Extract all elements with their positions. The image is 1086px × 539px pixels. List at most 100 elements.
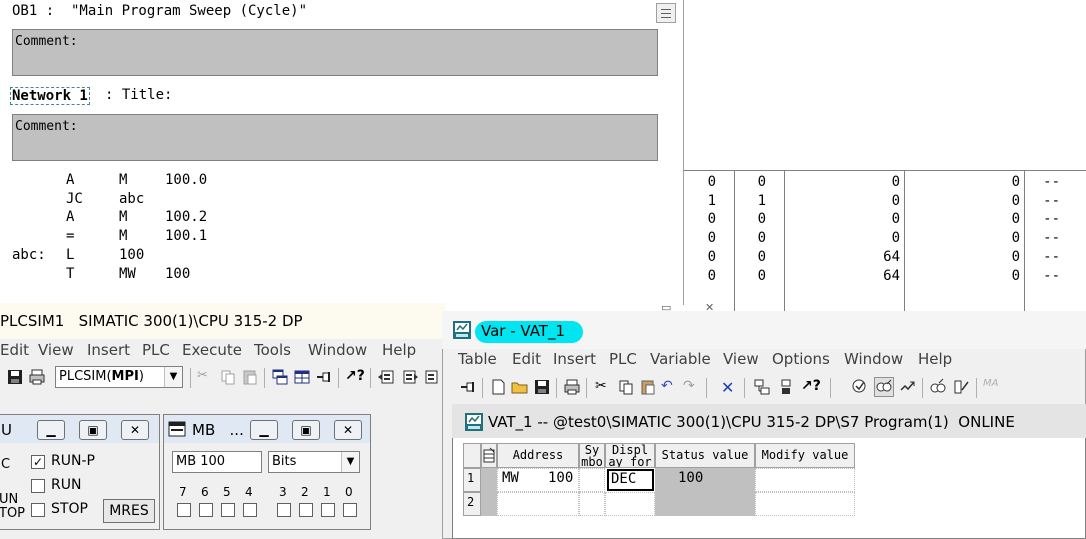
bit-checkbox[interactable] [221,503,235,517]
address-cell[interactable] [497,492,579,516]
menu-table[interactable]: Table [458,350,497,368]
edit-mode-icon[interactable] [481,443,497,468]
grid-cell: 64 [883,268,900,284]
open-folder-icon[interactable] [510,377,530,397]
menu-execute[interactable]: Execute [182,341,242,359]
menu-insert[interactable]: Insert [553,350,596,368]
paste-icon[interactable] [240,367,260,387]
bit-checkbox[interactable] [321,503,335,517]
modify-value-cell[interactable] [755,492,855,516]
force-icon[interactable] [952,377,972,397]
menu-edit[interactable]: Edit [0,341,29,359]
editor-scroll-button[interactable] [656,3,676,23]
close-icon[interactable]: ✕ [334,420,362,440]
menu-tools[interactable]: Tools [254,341,291,359]
pin-icon[interactable] [458,377,478,397]
paste-icon[interactable] [638,377,658,397]
cut-icon[interactable]: ✂ [196,367,216,387]
menu-plc[interactable]: PLC [142,341,170,359]
menu-window[interactable]: Window [844,350,903,368]
mb-address-input[interactable]: MB 100 [172,451,262,473]
maximize-icon[interactable]: ▣ [79,420,107,440]
maximize-icon[interactable]: ▣ [292,420,320,440]
copy-icon[interactable] [218,367,238,387]
delete-icon[interactable]: ✕ [720,377,740,397]
bit-checkbox[interactable] [177,503,191,517]
address-cell[interactable]: MW 100 [497,468,579,492]
tile-icon[interactable] [292,367,312,387]
connection-select[interactable]: PLCSIM(MPI) ▼ [55,366,183,388]
mb-format-select[interactable]: Bits ▼ [268,451,360,473]
insert-input-icon[interactable] [376,367,396,387]
stl-editor[interactable]: OB1 : "Main Program Sweep (Cycle)" Comme… [0,0,684,305]
cut-icon[interactable]: ✂ [594,377,614,397]
menu-view[interactable]: View [723,350,759,368]
chevron-down-icon[interactable]: ▼ [164,367,182,387]
modify-value-cell[interactable] [755,468,855,492]
menu-options[interactable]: Options [772,350,830,368]
modify-variable-icon[interactable] [898,377,918,397]
run-checkbox[interactable] [31,479,45,493]
mb-panel-titlebar[interactable]: MB ... ▁ ▣ ✕ [164,415,370,443]
accessible-nodes-icon[interactable] [776,377,796,397]
block-comment-field[interactable]: Comment: [12,29,658,76]
col-symbol[interactable]: Sy mbo [579,443,605,468]
display-format-cell[interactable]: DEC [607,469,654,491]
save-icon[interactable] [5,367,25,387]
stop-checkbox[interactable] [31,503,45,517]
chevron-down-icon[interactable]: ▼ [341,452,359,472]
insert-marker-icon[interactable] [422,367,442,387]
cascade-icon[interactable] [270,367,290,387]
undo-icon[interactable]: ↶ [660,377,680,397]
col-display-format[interactable]: Displ ay for [605,443,655,468]
copy-icon[interactable] [616,377,636,397]
menu-insert[interactable]: Insert [87,341,130,359]
enable-peripheral-icon[interactable]: MA [982,377,1002,397]
new-file-icon[interactable] [488,377,508,397]
print-icon[interactable] [27,367,47,387]
redo-icon[interactable]: ↷ [682,377,702,397]
col-modify-value[interactable]: Modify value [755,443,855,468]
bit-checkbox[interactable] [343,503,357,517]
monitor-icon[interactable] [850,377,870,397]
cpu-panel-titlebar[interactable]: U ▁ ▣ ✕ [0,415,159,443]
col-status-value[interactable]: Status value [655,443,755,468]
symbol-cell[interactable] [579,468,605,492]
bit-checkbox[interactable] [199,503,213,517]
run-p-checkbox[interactable]: ✓ [31,455,45,469]
monitor-variable-icon[interactable] [874,377,894,397]
bit-checkbox[interactable] [277,503,291,517]
insert-output-icon[interactable] [400,367,420,387]
bit-checkbox[interactable] [243,503,257,517]
menu-window[interactable]: Window [308,341,367,359]
row-number[interactable]: 2 [463,492,481,516]
mres-button[interactable]: MRES [103,499,155,523]
menu-view[interactable]: View [38,341,74,359]
network-label[interactable]: Network 1 [10,87,90,105]
minimize-icon[interactable]: ▁ [37,420,65,440]
vat-table-titlebar[interactable]: VAT_1 -- @test0\SIMATIC 300(1)\CPU 315-2… [452,404,1086,438]
print-icon[interactable] [562,377,582,397]
close-icon[interactable]: ✕ [121,420,149,440]
network-comment-field[interactable]: Comment: [12,114,658,161]
plcsim-titlebar[interactable]: PLCSIM1 SIMATIC 300(1)\CPU 315-2 DP [0,303,446,339]
bit-label: 3 [279,485,287,499]
network-config-icon[interactable] [752,377,772,397]
bit-checkbox[interactable] [299,503,313,517]
pin-icon[interactable] [314,367,334,387]
symbol-cell[interactable] [579,492,605,516]
menu-help[interactable]: Help [918,350,952,368]
menu-edit[interactable]: Edit [512,350,541,368]
menu-plc[interactable]: PLC [609,350,637,368]
network-title[interactable]: : Title: [105,87,172,103]
menu-variable[interactable]: Variable [650,350,711,368]
row-number[interactable]: 1 [463,468,481,492]
minimize-icon[interactable]: ▁ [250,420,278,440]
col-address[interactable]: Address [497,443,579,468]
help-icon[interactable]: ↗? [344,367,365,387]
trigger-icon[interactable] [928,377,948,397]
help-icon[interactable]: ↗? [800,377,821,397]
menu-help[interactable]: Help [382,341,416,359]
save-icon[interactable] [532,377,552,397]
display-format-cell[interactable] [605,492,655,516]
